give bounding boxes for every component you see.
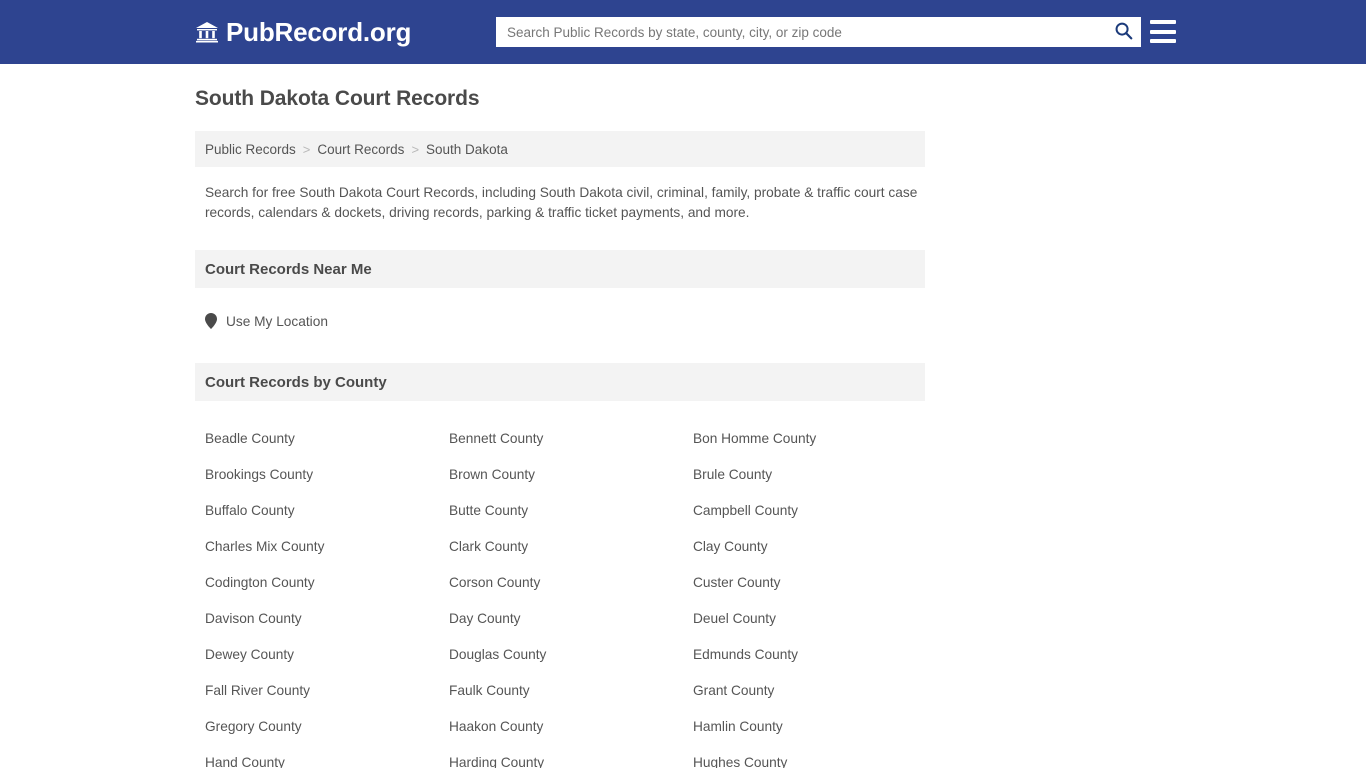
county-link[interactable]: Butte County <box>449 493 693 529</box>
county-link[interactable]: Corson County <box>449 565 693 601</box>
search-submit-button[interactable] <box>1105 18 1141 46</box>
county-link[interactable]: Faulk County <box>449 673 693 709</box>
county-link[interactable]: Haakon County <box>449 709 693 745</box>
site-logo-text: PubRecord.org <box>226 17 412 47</box>
page-description: Search for free South Dakota Court Recor… <box>205 185 918 221</box>
county-link[interactable]: Brookings County <box>205 457 449 493</box>
breadcrumb-item-south-dakota: South Dakota <box>426 141 508 157</box>
county-link[interactable]: Douglas County <box>449 637 693 673</box>
search-bar <box>496 17 1141 47</box>
breadcrumb-item-court-records[interactable]: Court Records <box>317 142 404 157</box>
county-link[interactable]: Edmunds County <box>693 637 935 673</box>
county-link[interactable]: Grant County <box>693 673 935 709</box>
use-my-location-row: Use My Location <box>195 288 925 336</box>
breadcrumb-separator: > <box>411 141 420 157</box>
breadcrumb-item-public-records[interactable]: Public Records <box>205 142 296 157</box>
county-link[interactable]: Custer County <box>693 565 935 601</box>
search-input[interactable] <box>496 18 1105 46</box>
county-link[interactable]: Gregory County <box>205 709 449 745</box>
section-heading-by-county: Court Records by County <box>195 363 925 402</box>
county-link[interactable]: Bon Homme County <box>693 421 935 457</box>
site-logo[interactable]: PubRecord.org <box>195 19 411 45</box>
county-link[interactable]: Dewey County <box>205 637 449 673</box>
county-link[interactable]: Buffalo County <box>205 493 449 529</box>
county-link[interactable]: Beadle County <box>205 421 449 457</box>
county-links-grid: Beadle County Bennett County Bon Homme Cou… <box>195 401 925 768</box>
county-link[interactable]: Day County <box>449 601 693 637</box>
page-body: South Dakota Court Records Public Record… <box>0 64 1366 768</box>
hamburger-bar <box>1150 20 1176 24</box>
section-heading-near-me: Court Records Near Me <box>195 250 925 289</box>
county-link[interactable]: Brule County <box>693 457 935 493</box>
county-link[interactable]: Davison County <box>205 601 449 637</box>
county-link[interactable]: Brown County <box>449 457 693 493</box>
page-title: South Dakota Court Records <box>195 87 480 110</box>
county-link[interactable]: Bennett County <box>449 421 693 457</box>
county-link[interactable]: Deuel County <box>693 601 935 637</box>
county-link[interactable]: Clark County <box>449 529 693 565</box>
breadcrumb: Public Records > Court Records > South D… <box>195 131 925 168</box>
search-icon <box>1114 21 1133 43</box>
county-link[interactable]: Hand County <box>205 745 449 768</box>
county-link[interactable]: Fall River County <box>205 673 449 709</box>
county-link[interactable]: Charles Mix County <box>205 529 449 565</box>
use-my-location-link[interactable]: Use My Location <box>226 314 328 329</box>
county-link[interactable]: Harding County <box>449 745 693 768</box>
content-container: South Dakota Court Records Public Record… <box>195 86 925 768</box>
county-link[interactable]: Clay County <box>693 529 935 565</box>
county-link[interactable]: Hughes County <box>693 745 935 768</box>
hamburger-menu-icon[interactable] <box>1150 20 1176 43</box>
county-link[interactable]: Campbell County <box>693 493 935 529</box>
county-link[interactable]: Hamlin County <box>693 709 935 745</box>
bank-building-icon <box>195 20 219 44</box>
county-link[interactable]: Codington County <box>205 565 449 601</box>
breadcrumb-separator: > <box>302 141 311 157</box>
map-pin-icon <box>205 313 217 330</box>
site-header: PubRecord.org <box>0 0 1366 64</box>
hamburger-bar <box>1150 39 1176 43</box>
hamburger-bar <box>1150 29 1176 34</box>
